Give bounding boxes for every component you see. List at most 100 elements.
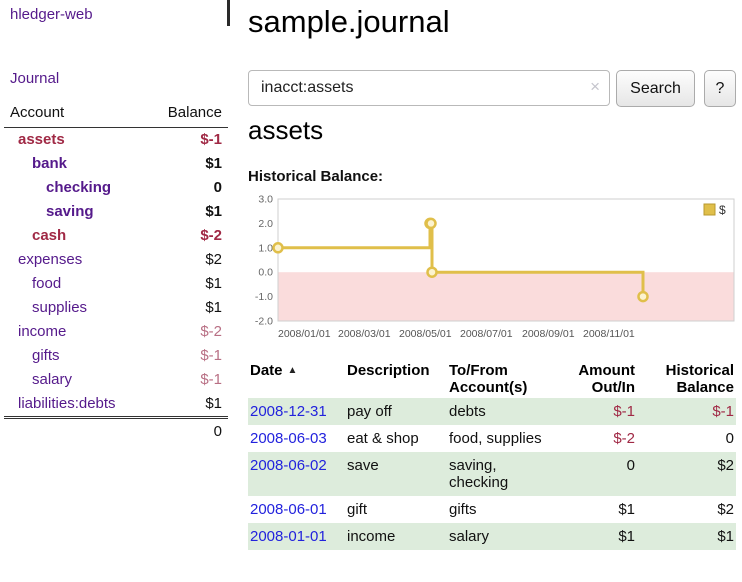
- account-balance: $-2: [200, 224, 222, 248]
- search-input[interactable]: [259, 73, 581, 103]
- chart-marker: [274, 243, 283, 252]
- account-heading: assets: [248, 112, 323, 148]
- accounts-tree: Account Balance assets $-1 bank $1 check…: [4, 103, 228, 442]
- transaction-date-link[interactable]: 2008-06-03: [250, 430, 327, 447]
- account-row: cash $-2: [4, 224, 228, 248]
- negative-region: [278, 272, 734, 321]
- legend-swatch: [704, 204, 715, 215]
- account-row: supplies $1: [4, 296, 228, 320]
- account-link[interactable]: saving: [4, 200, 94, 224]
- accounts-total-row: 0: [4, 416, 228, 442]
- balance-chart-svg: 3.02.01.00.0-1.0-2.0$: [248, 194, 736, 326]
- transaction-accounts: saving, checking: [447, 452, 551, 496]
- transaction-balance: $1: [637, 523, 736, 550]
- transaction-amount: $1: [551, 523, 637, 550]
- chart-marker: [427, 219, 436, 228]
- transaction-date-link[interactable]: 2008-01-01: [250, 528, 327, 545]
- chart-marker: [428, 268, 437, 277]
- account-balance: $1: [205, 272, 222, 296]
- account-rows: assets $-1 bank $1 checking 0 saving $1 …: [4, 128, 228, 416]
- account-link[interactable]: expenses: [4, 248, 82, 272]
- transaction-accounts: salary: [447, 523, 551, 550]
- account-link[interactable]: liabilities:debts: [4, 392, 116, 416]
- x-axis-label: 2008/11/01: [583, 328, 640, 340]
- y-tick-label: -1.0: [255, 291, 273, 303]
- transaction-description: gift: [345, 496, 447, 523]
- y-tick-label: 0.0: [258, 267, 273, 279]
- y-tick-label: 3.0: [258, 194, 273, 206]
- account-link[interactable]: bank: [4, 152, 67, 176]
- transaction-date-link[interactable]: 2008-12-31: [250, 403, 327, 420]
- sidebar-item-journal[interactable]: Journal: [10, 70, 59, 87]
- accounts-header: To/From Account(s): [447, 360, 551, 398]
- account-row: bank $1: [4, 152, 228, 176]
- account-link[interactable]: cash: [4, 224, 66, 248]
- transaction-accounts: debts: [447, 398, 551, 425]
- account-row: food $1: [4, 272, 228, 296]
- transaction-description: eat & shop: [345, 425, 447, 452]
- transaction-balance: $2: [637, 496, 736, 523]
- account-link[interactable]: food: [4, 272, 61, 296]
- historical-balance-chart: 3.02.01.00.0-1.0-2.0$ 2008/01/012008/03/…: [248, 194, 736, 344]
- register-header-row: Date ▲ Description To/From Account(s) Amo…: [248, 360, 736, 398]
- account-link[interactable]: supplies: [4, 296, 87, 320]
- account-balance: $-1: [200, 128, 222, 152]
- register-row: 2008-12-31 pay off debts $-1 $-1: [248, 398, 736, 425]
- account-link[interactable]: salary: [4, 368, 72, 392]
- chart-title: Historical Balance:: [248, 168, 383, 185]
- amount-header: Amount Out/In: [551, 360, 637, 398]
- register-row: 2008-06-01 gift gifts $1 $2: [248, 496, 736, 523]
- description-header: Description: [345, 360, 447, 398]
- account-row: liabilities:debts $1: [4, 392, 228, 416]
- account-balance: $-2: [200, 320, 222, 344]
- y-tick-label: -2.0: [255, 316, 273, 327]
- accounts-table-header: Account Balance: [4, 103, 228, 128]
- date-header-label: Date: [250, 362, 283, 379]
- sidebar: hledger-web Journal Account Balance asse…: [0, 0, 232, 582]
- transaction-amount: $-1: [551, 398, 637, 425]
- search-input-wrap: ×: [248, 70, 610, 106]
- transaction-date-link[interactable]: 2008-06-01: [250, 501, 327, 518]
- account-balance: 0: [214, 176, 222, 200]
- clear-search-icon[interactable]: ×: [590, 77, 600, 97]
- search-bar: × Search ?: [248, 70, 736, 108]
- register-row: 2008-06-03 eat & shop food, supplies $-2…: [248, 425, 736, 452]
- account-row: assets $-1: [4, 128, 228, 152]
- x-axis-label: 2008/07/01: [460, 328, 517, 340]
- balance-header: Historical Balance: [637, 360, 736, 398]
- x-axis-label: 2008/01/01: [278, 328, 335, 340]
- transaction-accounts: gifts: [447, 496, 551, 523]
- transaction-date-link[interactable]: 2008-06-02: [250, 457, 327, 474]
- help-button[interactable]: ?: [704, 70, 736, 107]
- x-axis-label: 2008/05/01: [399, 328, 456, 340]
- sidebar-divider: [227, 0, 230, 26]
- transaction-amount: 0: [551, 452, 637, 496]
- account-link[interactable]: gifts: [4, 344, 60, 368]
- search-button[interactable]: Search: [616, 70, 695, 107]
- x-axis-label: 2008/03/01: [338, 328, 395, 340]
- account-row: expenses $2: [4, 248, 228, 272]
- balance-column-header: Balance: [168, 103, 222, 123]
- register-table: Date ▲ Description To/From Account(s) Amo…: [248, 360, 736, 550]
- app-title-link[interactable]: hledger-web: [10, 6, 93, 23]
- register-row: 2008-06-02 save saving, checking 0 $2: [248, 452, 736, 496]
- transaction-balance: 0: [637, 425, 736, 452]
- account-balance: $1: [205, 392, 222, 416]
- account-link[interactable]: checking: [4, 176, 111, 200]
- account-link[interactable]: assets: [4, 128, 65, 152]
- accounts-column-header: Account: [10, 103, 64, 123]
- date-sort-header[interactable]: Date ▲: [248, 360, 345, 398]
- y-tick-label: 2.0: [258, 218, 273, 230]
- transaction-accounts: food, supplies: [447, 425, 551, 452]
- account-link[interactable]: income: [4, 320, 66, 344]
- account-row: saving $1: [4, 200, 228, 224]
- register-body: 2008-12-31 pay off debts $-1 $-1 2008-06…: [248, 398, 736, 550]
- sort-ascending-icon: ▲: [288, 365, 298, 376]
- account-row: income $-2: [4, 320, 228, 344]
- transaction-description: pay off: [345, 398, 447, 425]
- register-row: 2008-01-01 income salary $1 $1: [248, 523, 736, 550]
- account-row: gifts $-1: [4, 344, 228, 368]
- transaction-amount: $1: [551, 496, 637, 523]
- y-tick-label: 1.0: [258, 242, 273, 254]
- account-balance: $1: [205, 200, 222, 224]
